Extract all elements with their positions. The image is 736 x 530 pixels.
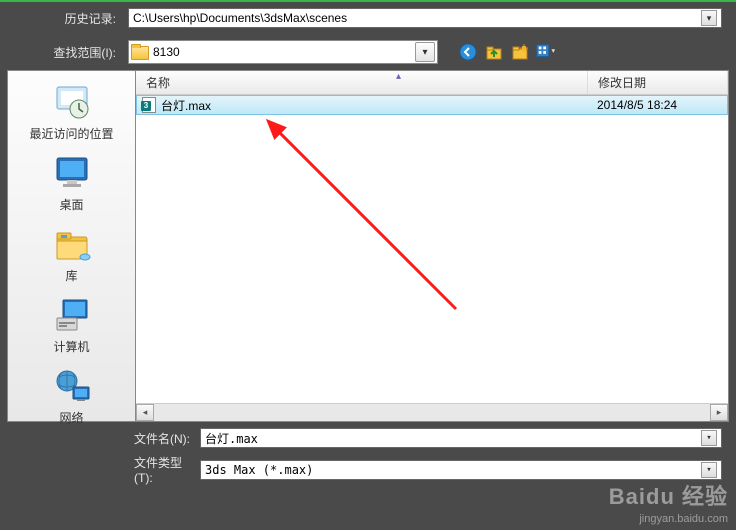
column-date[interactable]: 修改日期 — [588, 71, 728, 94]
watermark-url: jingyan.baidu.com — [609, 512, 728, 526]
watermark: Baidu 经验 jingyan.baidu.com — [609, 483, 728, 526]
file-date: 2014/8/5 18:24 — [589, 98, 727, 112]
new-folder-icon[interactable] — [510, 42, 530, 62]
filename-value: 台灯.max — [205, 430, 701, 447]
chevron-down-icon[interactable]: ▾ — [701, 462, 717, 478]
lookin-label: 查找范围(I): — [0, 44, 120, 61]
filetype-dropdown[interactable]: 3ds Max (*.max) ▾ — [200, 460, 722, 480]
file-row[interactable]: 台灯.max 2014/8/5 18:24 — [136, 95, 728, 115]
watermark-brand: Baidu 经验 — [609, 483, 728, 512]
annotation-arrow — [256, 109, 476, 329]
lookin-dropdown[interactable]: 8130 ▾ — [128, 40, 438, 64]
folder-icon — [131, 44, 149, 60]
sidebar-item-label: 桌面 — [59, 196, 83, 213]
sidebar-item-label: 网络 — [59, 409, 83, 426]
places-sidebar: 最近访问的位置 桌面 — [7, 70, 135, 422]
history-label: 历史记录: — [0, 10, 120, 27]
sidebar-item-label: 计算机 — [53, 338, 89, 355]
libraries-icon — [51, 225, 93, 265]
recent-icon — [51, 83, 93, 123]
history-dropdown[interactable]: C:\Users\hp\Documents\3dsMax\scenes ▾ — [128, 8, 722, 28]
scroll-track[interactable] — [154, 404, 710, 421]
back-icon[interactable] — [458, 42, 478, 62]
computer-icon — [51, 296, 93, 336]
view-menu-icon[interactable] — [536, 42, 556, 62]
lookin-value: 8130 — [153, 45, 415, 59]
sidebar-item-recent[interactable]: 最近访问的位置 — [8, 79, 135, 150]
file-body[interactable] — [136, 115, 728, 403]
file-header: 名称 ▴ 修改日期 — [136, 71, 728, 95]
chevron-down-icon[interactable]: ▾ — [415, 42, 435, 62]
scroll-right-icon[interactable]: ▸ — [710, 404, 728, 421]
sidebar-item-desktop[interactable]: 桌面 — [8, 150, 135, 221]
filename-label: 文件名(N): — [0, 430, 190, 447]
filename-input[interactable]: 台灯.max ▾ — [200, 428, 722, 448]
filetype-value: 3ds Max (*.max) — [205, 463, 701, 477]
network-icon — [51, 367, 93, 407]
sidebar-item-network[interactable]: 网络 — [8, 363, 135, 434]
sidebar-item-label: 最近访问的位置 — [29, 125, 113, 142]
desktop-icon — [51, 154, 93, 194]
horizontal-scrollbar[interactable]: ◂ ▸ — [136, 403, 728, 421]
max-file-icon — [141, 97, 157, 113]
filetype-label: 文件类型(T): — [0, 454, 190, 485]
sidebar-item-computer[interactable]: 计算机 — [8, 292, 135, 363]
history-value: C:\Users\hp\Documents\3dsMax\scenes — [133, 11, 701, 25]
sort-arrow-icon: ▴ — [396, 71, 401, 82]
up-folder-icon[interactable] — [484, 42, 504, 62]
file-name: 台灯.max — [161, 97, 211, 114]
sidebar-item-label: 库 — [65, 267, 77, 284]
column-name[interactable]: 名称 — [136, 71, 588, 94]
scroll-left-icon[interactable]: ◂ — [136, 404, 154, 421]
chevron-down-icon[interactable]: ▾ — [701, 10, 717, 26]
chevron-down-icon[interactable]: ▾ — [701, 430, 717, 446]
sidebar-item-libraries[interactable]: 库 — [8, 221, 135, 292]
file-list: 名称 ▴ 修改日期 台灯.max 2014/8/5 18:24 ◂ — [135, 70, 729, 422]
